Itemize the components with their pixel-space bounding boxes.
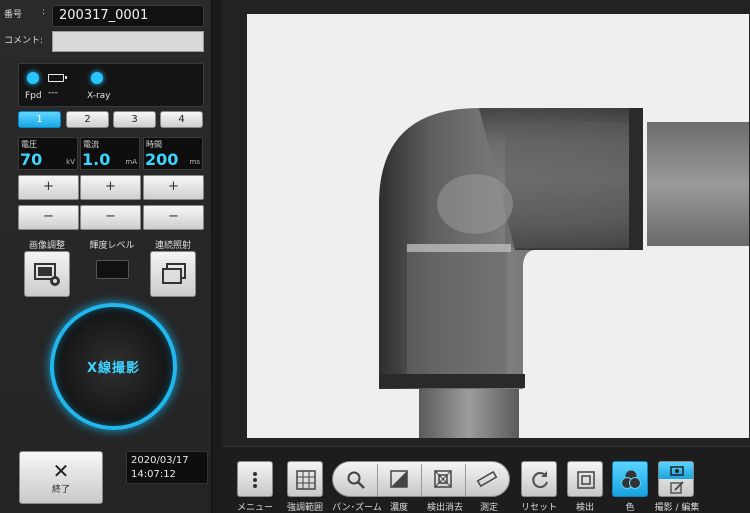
status-panel: Fpd --- X-ray: [18, 63, 204, 107]
time-plus-button[interactable]: +: [143, 175, 204, 200]
detect-clear-button[interactable]: [422, 462, 465, 496]
voltage-label: 電圧: [21, 140, 37, 149]
capture-half: [659, 462, 693, 479]
date-text: 2020/03/17: [131, 455, 189, 466]
channel-button-3[interactable]: 3: [113, 111, 156, 128]
image-viewer[interactable]: [222, 0, 750, 446]
color-label: 色: [625, 503, 635, 513]
image-adjust-label: 画像調整: [28, 241, 65, 251]
menu-button[interactable]: [237, 461, 273, 497]
voltage-display: 電圧 70 kV: [18, 137, 78, 170]
id-field[interactable]: 200317_0001: [52, 5, 204, 27]
current-display: 電流 1.0 mA: [80, 137, 140, 170]
color-button[interactable]: [612, 461, 648, 497]
emphasis-range-label: 強調範囲: [286, 503, 323, 513]
exit-button[interactable]: ✕ 終了: [19, 451, 103, 504]
datetime-display: 2020/03/17 14:07:12: [126, 451, 208, 484]
detect-clear-label: 検出消去: [426, 503, 463, 513]
fpd-label: Fpd: [25, 91, 42, 101]
density-icon: [390, 470, 408, 488]
voltage-minus-button[interactable]: −: [18, 205, 79, 230]
voltage-plus-button[interactable]: +: [18, 175, 79, 200]
time-minus-button[interactable]: −: [143, 205, 204, 230]
capture-edit-label: 撮影 / 編集: [654, 503, 700, 513]
id-colon: :: [42, 7, 46, 17]
detect-icon: [577, 471, 595, 489]
detect-clear-icon: [434, 470, 452, 488]
density-button[interactable]: [378, 462, 421, 496]
voltage-value: 70: [20, 150, 43, 169]
reset-button[interactable]: [521, 461, 557, 497]
reset-label: リセット: [520, 503, 557, 513]
current-plus-button[interactable]: +: [80, 175, 141, 200]
comment-field[interactable]: [52, 31, 204, 52]
current-label: 電流: [83, 140, 99, 149]
current-value: 1.0: [82, 150, 111, 169]
xray-indicator-icon: [91, 72, 103, 84]
brightness-level-display: [96, 260, 129, 279]
close-icon: ✕: [52, 459, 70, 483]
app-window: 番号 : 200317_0001 コメント: Fpd --- X-ray 1 2…: [0, 0, 750, 513]
channel-button-1[interactable]: 1: [18, 111, 61, 128]
pipe-elbow-xray-image: [247, 14, 749, 438]
measure-button[interactable]: [466, 462, 509, 496]
time-label: 時間: [146, 140, 162, 149]
measure-label: 測定: [479, 503, 498, 513]
current-minus-button[interactable]: −: [80, 205, 141, 230]
xray-capture-label: X線撮影: [86, 361, 141, 376]
time-text: 14:07:12: [131, 469, 176, 480]
grid-icon: [296, 470, 316, 490]
voltage-unit: kV: [66, 158, 75, 166]
menu-dots-icon: [253, 472, 257, 488]
capture-edit-button[interactable]: [658, 461, 694, 497]
color-circles-icon: [621, 470, 641, 489]
channel-button-2[interactable]: 2: [66, 111, 109, 128]
pan-zoom-button[interactable]: [333, 462, 377, 496]
detect-label: 検出: [575, 503, 594, 513]
brightness-level-label: 輝度レベル: [89, 241, 135, 251]
bottom-toolbar: メニュー 強調範囲 パン･ズーム 濃度 検出消去 測定 リセット 検出 色 撮影…: [222, 446, 750, 513]
xray-capture-button[interactable]: X線撮影: [50, 303, 177, 430]
ruler-icon: [476, 470, 498, 488]
comment-label: コメント:: [4, 36, 44, 46]
fpd-indicator-icon: [27, 72, 39, 84]
xray-label: X-ray: [87, 91, 111, 101]
emphasis-range-button[interactable]: [287, 461, 323, 497]
detect-button[interactable]: [567, 461, 603, 497]
fpd-battery-value: ---: [48, 88, 58, 98]
id-label: 番号: [4, 10, 23, 20]
refresh-icon: [532, 471, 549, 489]
continuous-button[interactable]: [150, 251, 196, 297]
edit-icon: [670, 481, 684, 494]
exit-label: 終了: [51, 485, 70, 495]
time-display: 時間 200 ms: [143, 137, 203, 170]
time-value: 200: [145, 150, 179, 169]
stacked-frames-icon: [162, 263, 186, 284]
channel-button-4[interactable]: 4: [160, 111, 203, 128]
image-adjust-button[interactable]: [24, 251, 70, 297]
camera-icon: [670, 466, 684, 476]
image-settings-icon: [34, 263, 60, 286]
battery-icon: [48, 74, 67, 82]
menu-label: メニュー: [236, 503, 273, 513]
pan-zoom-label: パン･ズーム: [332, 503, 382, 513]
continuous-label: 連続照射: [154, 241, 191, 251]
xray-image[interactable]: [247, 14, 749, 438]
control-panel: 番号 : 200317_0001 コメント: Fpd --- X-ray 1 2…: [0, 0, 212, 513]
magnifier-icon: [347, 471, 365, 489]
current-unit: mA: [125, 158, 137, 166]
view-tools-group: [332, 461, 510, 497]
density-label: 濃度: [389, 503, 408, 513]
time-unit: ms: [189, 158, 200, 166]
